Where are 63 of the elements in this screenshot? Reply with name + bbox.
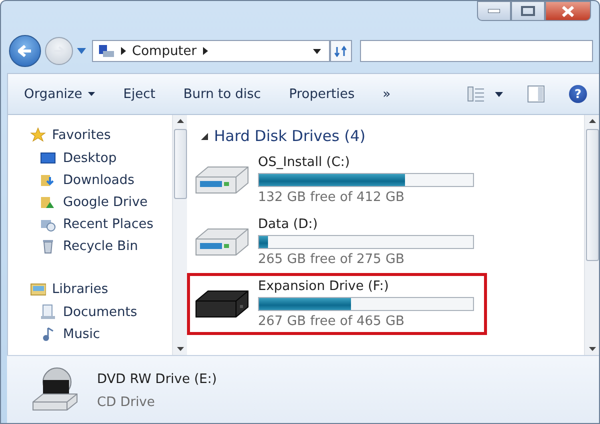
drive-name: DVD RW Drive (E:): [97, 372, 217, 387]
toolbar-button[interactable]: Eject: [121, 84, 158, 104]
free-space-label: 132 GB free of 412 GB: [258, 190, 406, 205]
free-space-label: 267 GB free of 465 GB: [258, 314, 406, 329]
scroll-down-icon[interactable]: [176, 347, 184, 351]
search-field[interactable]: [360, 40, 593, 62]
dropdown-icon: [88, 92, 96, 96]
toolbar-button[interactable]: Burn to disc: [181, 84, 263, 104]
computer-icon: [97, 43, 115, 59]
minimize-icon: [488, 9, 500, 13]
breadcrumb[interactable]: Computer: [132, 44, 197, 58]
scroll-up-icon[interactable]: [588, 119, 596, 123]
sidebar-item[interactable]: Recent Places: [32, 213, 172, 235]
more-button[interactable]: »: [380, 84, 393, 104]
preview-pane-icon[interactable]: [527, 85, 545, 103]
drive-item[interactable]: OS_Install (C:) 132 GB free of 412 GB: [187, 149, 487, 211]
drive-name: OS_Install (C:): [258, 155, 351, 170]
drive-type: CD Drive: [97, 395, 156, 410]
help-button[interactable]: ?: [569, 85, 587, 103]
chevron-icon[interactable]: [202, 47, 208, 55]
drive-name: Data (D:): [258, 217, 319, 232]
trash-bin-icon: [40, 238, 56, 254]
drive-name: Expansion Drive (F:): [258, 279, 390, 294]
music-note-icon: [40, 326, 56, 342]
sidebar-item[interactable]: Desktop: [32, 147, 172, 169]
sidebar-item[interactable]: Downloads: [32, 169, 172, 191]
dropdown-icon[interactable]: [313, 48, 321, 54]
scrollbar-thumb[interactable]: [174, 129, 186, 199]
scroll-down-icon[interactable]: [588, 347, 596, 351]
address-bar[interactable]: Computer: [92, 40, 330, 62]
highlighted-drive-item[interactable]: Expansion Drive (F:) 267 GB free of 465 GB: [187, 273, 487, 335]
scrollbar[interactable]: [172, 115, 187, 355]
close-icon: [562, 6, 574, 16]
sidebar-item[interactable]: Music: [32, 323, 172, 345]
maximize-button[interactable]: [511, 1, 545, 21]
history-dropdown-icon[interactable]: [77, 48, 86, 54]
scrollbar[interactable]: [584, 115, 599, 355]
maximize-icon: [521, 6, 535, 16]
back-arrow-icon: [18, 45, 32, 57]
sidebar-group[interactable]: Libraries: [30, 277, 172, 301]
monitor-icon: [40, 150, 56, 166]
toolbar-button[interactable]: Properties: [286, 84, 357, 104]
sidebar-item[interactable]: Documents: [32, 301, 172, 323]
chevron-icon[interactable]: [121, 47, 126, 55]
toolbar-button[interactable]: Organize: [22, 84, 98, 104]
close-button[interactable]: [545, 1, 591, 21]
free-space-label: 265 GB free of 275 GB: [258, 252, 406, 267]
star-icon: [30, 127, 46, 143]
refresh-button[interactable]: [330, 40, 352, 62]
scrollbar-thumb[interactable]: [586, 129, 598, 261]
drive-item[interactable]: Data (D:) 265 GB free of 275 GB: [187, 211, 487, 273]
scroll-up-icon[interactable]: [176, 119, 184, 123]
sidebar-group[interactable]: Favorites: [30, 123, 172, 147]
minimize-button[interactable]: [477, 1, 511, 21]
sidebar-item[interactable]: Google Drive: [32, 191, 172, 213]
group-header[interactable]: Hard Disk Drives (4): [201, 123, 584, 149]
dropdown-icon[interactable]: [495, 92, 503, 96]
collapse-triangle-icon: [201, 132, 208, 140]
sidebar-item[interactable]: Recycle Bin: [32, 235, 172, 257]
view-list-icon[interactable]: [467, 86, 485, 102]
back-button[interactable]: [9, 35, 41, 67]
document-icon: [40, 304, 56, 320]
refresh-arrows-icon: [334, 45, 348, 57]
